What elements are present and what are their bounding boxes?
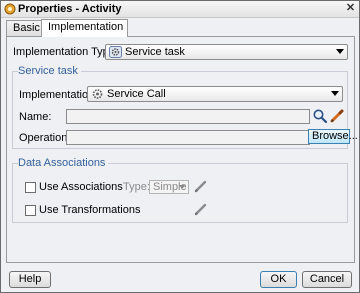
chevron-down-icon: [336, 49, 344, 54]
title-bar: Properties - Activity ✕: [1, 1, 359, 18]
implementation-value: Service Call: [107, 88, 166, 100]
browse-button[interactable]: Browse...: [308, 129, 358, 144]
tab-implementation[interactable]: Implementation: [41, 19, 129, 37]
use-associations-label: Use Associations: [39, 181, 123, 193]
service-task-group-title: Service task: [18, 65, 81, 78]
type-select[interactable]: Simple: [149, 180, 189, 194]
implementation-panel: Implementation Type: Service task Servic…: [6, 36, 358, 263]
use-transformations-checkbox[interactable]: [25, 205, 36, 216]
implementation-label: Implementation:: [19, 89, 98, 101]
pencil-edit-icon[interactable]: [193, 201, 209, 217]
properties-dialog: Properties - Activity ✕ Basic Implementa…: [0, 0, 360, 293]
data-associations-group-title: Data Associations: [18, 157, 109, 170]
implementation-type-select[interactable]: Service task: [105, 44, 348, 60]
close-icon[interactable]: ✕: [345, 3, 356, 14]
service-task-gear-icon: [109, 46, 122, 58]
search-icon[interactable]: [312, 108, 328, 124]
implementation-select[interactable]: Service Call: [87, 86, 343, 102]
name-field[interactable]: [66, 109, 310, 124]
ok-button[interactable]: OK: [260, 271, 297, 288]
cancel-button[interactable]: Cancel: [302, 271, 352, 288]
use-transformations-label: Use Transformations: [39, 204, 141, 216]
type-label: Type:: [123, 181, 150, 193]
chevron-down-icon: [331, 91, 339, 96]
name-label: Name:: [19, 111, 52, 123]
implementation-type-value: Service task: [125, 46, 185, 58]
implementation-type-label: Implementation Type:: [13, 46, 118, 58]
operation-field[interactable]: [66, 130, 310, 145]
pencil-edit-icon[interactable]: [329, 108, 345, 124]
use-associations-checkbox[interactable]: [25, 182, 36, 193]
chevron-down-icon: [179, 185, 185, 189]
help-button[interactable]: Help: [9, 271, 51, 288]
operation-label: Operation:: [19, 132, 71, 144]
window-title: Properties - Activity: [18, 3, 122, 15]
service-call-gear-icon: [92, 89, 103, 99]
pencil-edit-icon[interactable]: [193, 178, 209, 194]
activity-app-icon: [4, 3, 16, 15]
